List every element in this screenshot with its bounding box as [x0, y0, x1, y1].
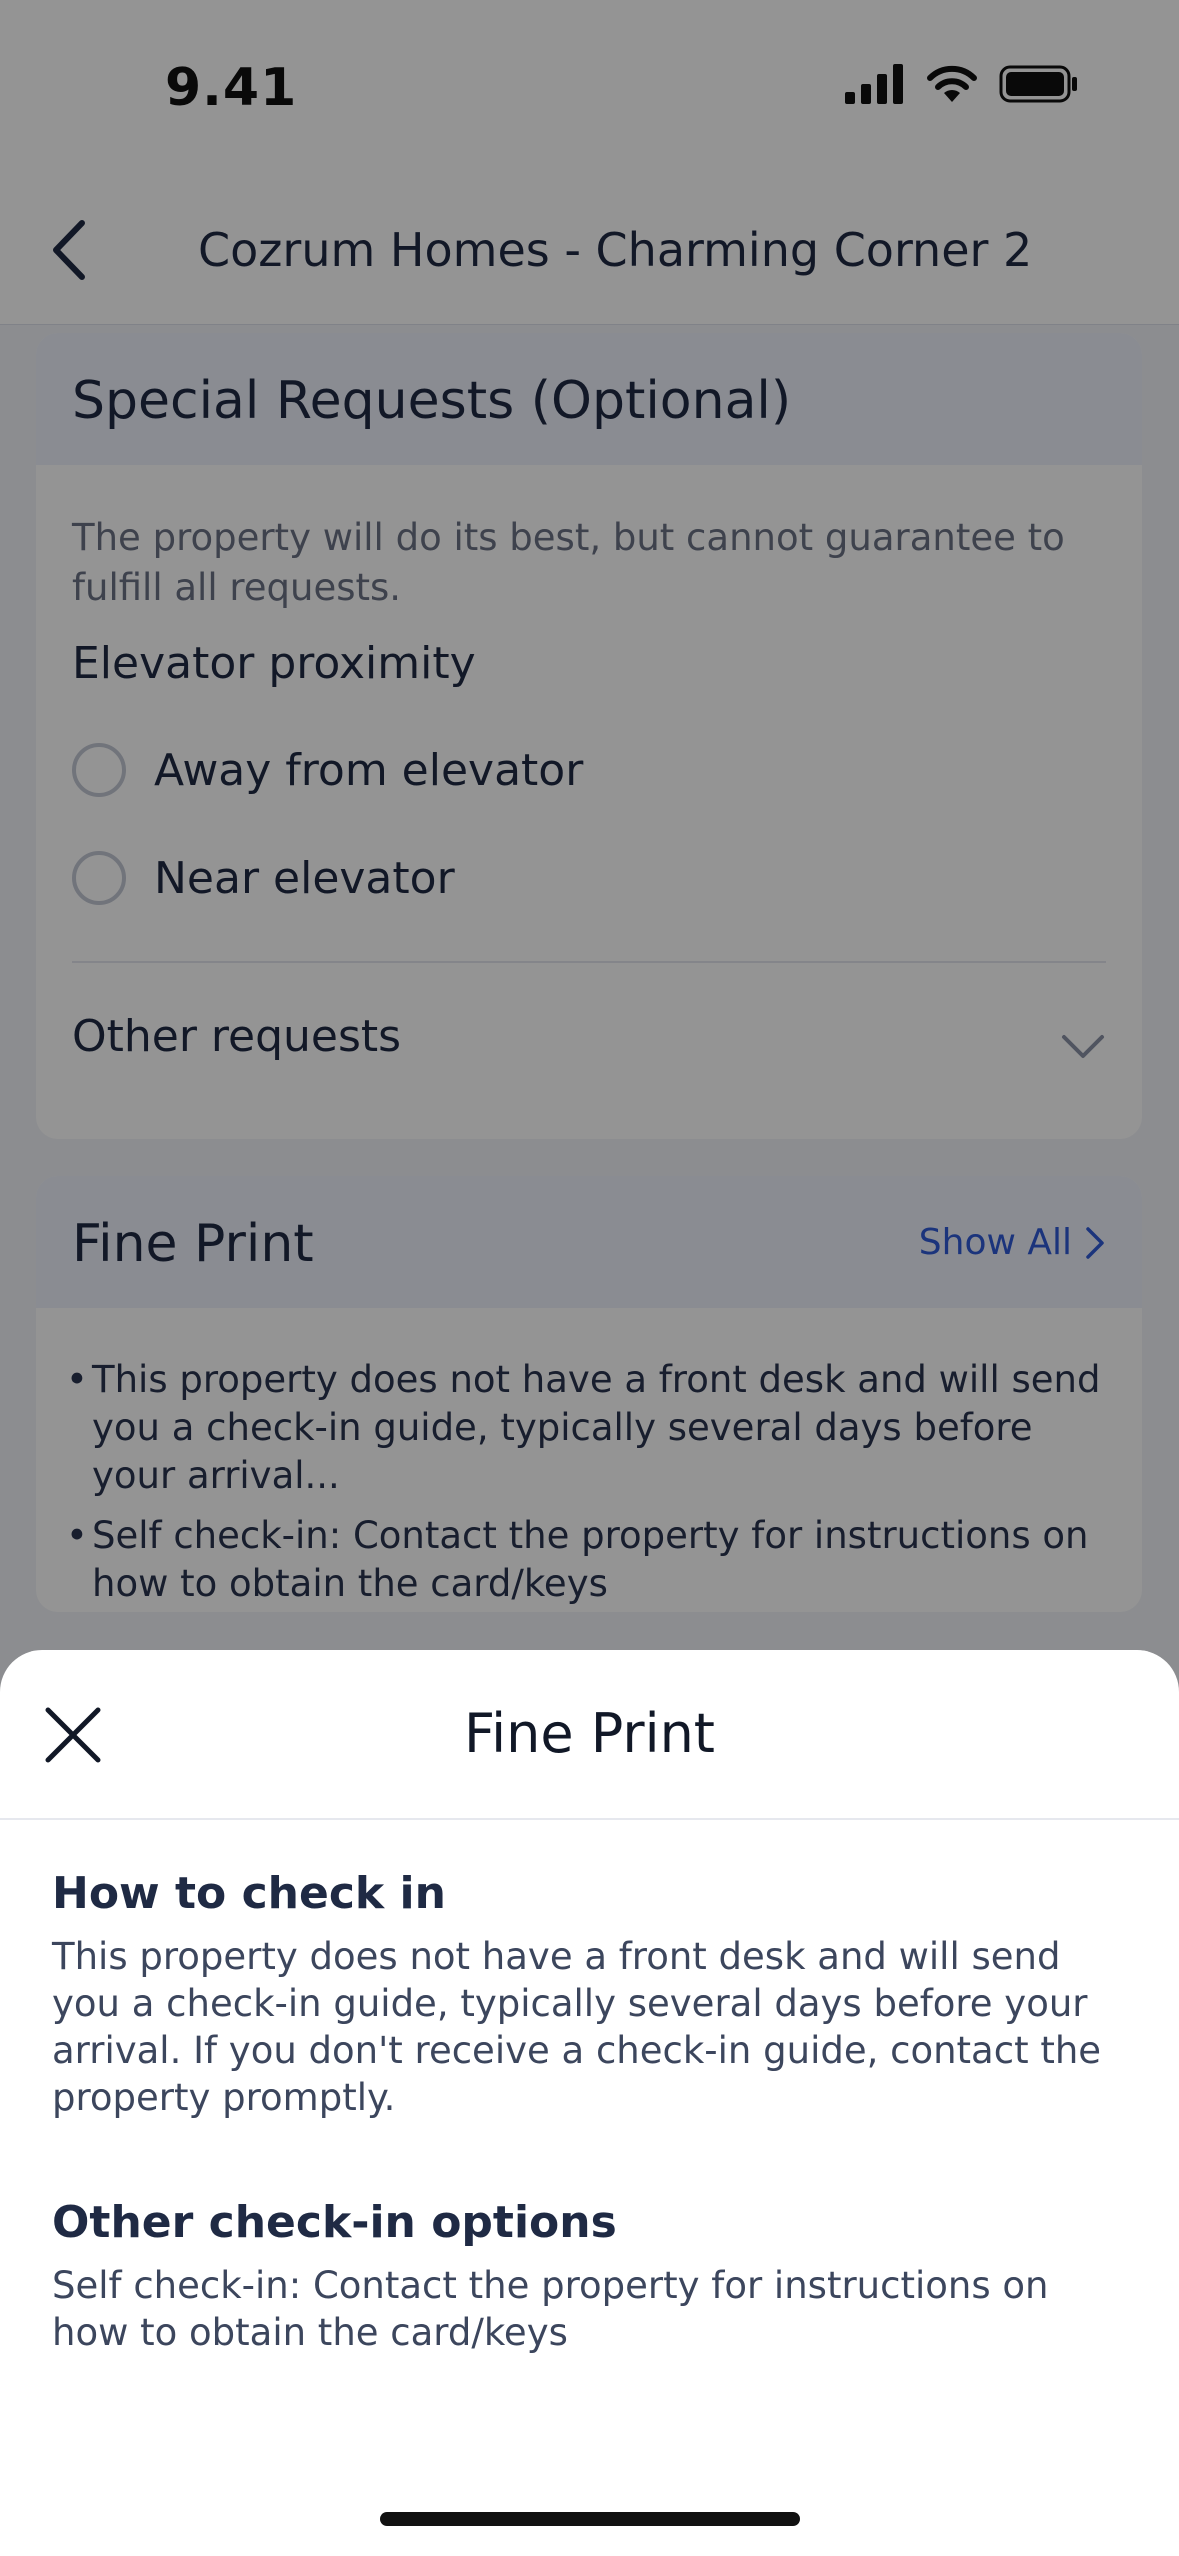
- section-text-how-to-check-in: This property does not have a front desk…: [52, 1935, 1102, 2119]
- fine-print-sheet: Fine Print How to check in This property…: [0, 1650, 1179, 2556]
- section-title-other-check-in-options: Other check-in options: [52, 2197, 617, 2248]
- sheet-title: Fine Print: [464, 1702, 715, 1765]
- sheet-body: How to check in This property does not h…: [52, 1868, 1132, 2356]
- sheet-header: Fine Print: [0, 1650, 1179, 1820]
- section-text-other-check-in-options: Self check-in: Contact the property for …: [52, 2264, 1049, 2354]
- section-title-how-to-check-in: How to check in: [52, 1868, 446, 1919]
- home-indicator: [380, 2512, 800, 2526]
